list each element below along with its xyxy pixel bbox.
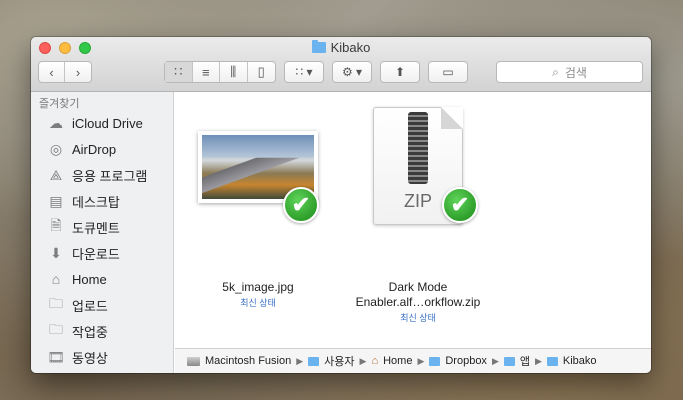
search-placeholder: 검색 [564, 65, 587, 80]
sidebar-item-label: 동영상 [72, 350, 108, 366]
path-item[interactable]: 사용자 [324, 353, 354, 369]
path-item[interactable]: Macintosh Fusion [205, 355, 291, 367]
list-view-button[interactable]: ≡ [193, 62, 220, 82]
sidebar-item-label: 다운로드 [72, 246, 120, 262]
folder-icon [546, 356, 558, 366]
sidebar-item-label: 응용 프로그램 [72, 168, 148, 184]
back-forward-buttons: ‹ › [38, 61, 92, 83]
sidebar-item-label: 데스크탑 [72, 194, 120, 210]
search-icon: ⌕ [552, 64, 559, 79]
download-icon: ⬇ [50, 244, 62, 261]
file-name: 5k_image.jpg [222, 280, 294, 294]
file-name-line2: Enabler.alf…orkflow.zip [355, 295, 481, 309]
movies-icon: 🎞 [47, 348, 65, 365]
icon-view-icon: ∷ [174, 64, 183, 79]
path-item[interactable]: Kibako [563, 355, 597, 367]
coverflow-view-button[interactable]: ▯ [248, 62, 275, 82]
checkmark-icon: ✔ [442, 187, 478, 223]
sidebar-item-airdrop[interactable]: ◎ AirDrop [31, 136, 173, 162]
applications-icon: ⟁ [49, 166, 63, 183]
hard-drive-icon [187, 356, 200, 366]
column-view-button[interactable]: ⫼ [220, 62, 248, 82]
tag-icon: ▭ [442, 65, 454, 79]
airdrop-icon: ◎ [49, 140, 63, 157]
folder-icon [429, 356, 441, 366]
path-item[interactable]: 앱 [520, 353, 530, 369]
sync-status: 최신 상태 [240, 298, 276, 308]
chevron-right-icon: ▶ [296, 355, 304, 366]
folder-icon [308, 356, 320, 366]
sidebar-item-movies[interactable]: 🎞 동영상 [31, 344, 173, 370]
column-view-icon: ⫼ [230, 64, 237, 79]
chevron-right-icon: ▶ [534, 355, 542, 366]
sidebar-item-icloud-drive[interactable]: ☁ iCloud Drive [31, 110, 173, 136]
sidebar-item-documents[interactable]: 🗎 도큐멘트 [31, 214, 173, 240]
action-button[interactable]: ⚙ ▾ [332, 61, 372, 83]
view-mode-switcher: ∷ ≡ ⫼ ▯ [164, 61, 276, 83]
home-icon: ⌂ [371, 355, 379, 367]
sidebar-item-label: 도큐멘트 [72, 220, 120, 236]
sync-status: 최신 상태 [400, 313, 436, 323]
file-name-line1: Dark Mode [388, 280, 448, 294]
zipper-icon [408, 112, 428, 184]
arrange-icon: ∷ ▾ [295, 65, 313, 79]
chevron-right-icon: › [75, 64, 81, 80]
path-item[interactable]: Dropbox [445, 355, 487, 367]
sidebar-item-label: 업로드 [72, 298, 108, 314]
search-field[interactable]: ⌕ 검색 [496, 61, 643, 83]
chevron-right-icon: ▶ [359, 355, 367, 366]
gear-icon: ⚙ ▾ [341, 65, 363, 79]
document-icon: 🗎 [50, 217, 62, 233]
folder-icon: 🗀 [49, 295, 63, 311]
arrange-button[interactable]: ∷ ▾ [284, 61, 324, 83]
sidebar-item-label: Home [72, 271, 107, 287]
folder-icon [311, 40, 326, 53]
share-icon: ⬆ [394, 65, 406, 79]
sidebar-item-home[interactable]: ⌂ Home [31, 266, 173, 292]
sidebar-item-desktop[interactable]: ▤ 데스크탑 [31, 188, 173, 214]
path-bar: Macintosh Fusion ▶ 사용자 ▶ ⌂ Home ▶ Dropbo… [175, 348, 651, 373]
titlebar: Kibako ‹ › ∷ ≡ ⫼ ▯ ∷ ▾ ⚙ ▾ ⬆ ▭ ⌕ 검색 [31, 37, 651, 92]
sidebar-item-in-progress[interactable]: 🗀 작업중 [31, 318, 173, 344]
list-view-icon: ≡ [201, 64, 210, 80]
share-button[interactable]: ⬆ [380, 61, 420, 83]
sidebar-item-applications[interactable]: ⟁ 응용 프로그램 [31, 162, 173, 188]
cloud-icon: ☁ [49, 114, 63, 131]
chevron-right-icon: ▶ [417, 355, 425, 366]
back-button[interactable]: ‹ [39, 62, 66, 82]
sidebar-heading: 즐겨찾기 [39, 98, 80, 110]
finder-window: Kibako ‹ › ∷ ≡ ⫼ ▯ ∷ ▾ ⚙ ▾ ⬆ ▭ ⌕ 검색 즐겨찾기… [31, 37, 651, 373]
icon-view-button[interactable]: ∷ [165, 62, 193, 82]
sidebar-item-label: AirDrop [72, 141, 117, 157]
chevron-right-icon: ▶ [491, 355, 499, 366]
window-title: Kibako [31, 40, 651, 55]
forward-button[interactable]: › [65, 62, 91, 82]
path-item[interactable]: Home [383, 355, 412, 367]
page-fold [441, 107, 463, 129]
desktop-icon: ▤ [49, 192, 63, 209]
folder-icon [503, 356, 515, 366]
sidebar-item-upload[interactable]: 🗀 업로드 [31, 292, 173, 318]
sidebar: 즐겨찾기 ☁ iCloud Drive ◎ AirDrop ⟁ 응용 프로그램 … [31, 92, 174, 373]
coverflow-view-icon: ▯ [257, 64, 265, 79]
file-area: ✔ 5k_image.jpg 최신 상태 ZIP ✔ Dark Mode Ena… [175, 92, 651, 348]
sidebar-item-label: 작업중 [72, 324, 108, 340]
home-icon: ⌂ [51, 271, 61, 287]
sidebar-item-downloads[interactable]: ⬇ 다운로드 [31, 240, 173, 266]
chevron-left-icon: ‹ [49, 64, 54, 80]
folder-icon: 🗀 [49, 321, 63, 337]
sidebar-item-label: iCloud Drive [72, 115, 143, 131]
tag-button[interactable]: ▭ [428, 61, 468, 83]
checkmark-icon: ✔ [283, 187, 319, 223]
window-title-text: Kibako [330, 40, 371, 55]
